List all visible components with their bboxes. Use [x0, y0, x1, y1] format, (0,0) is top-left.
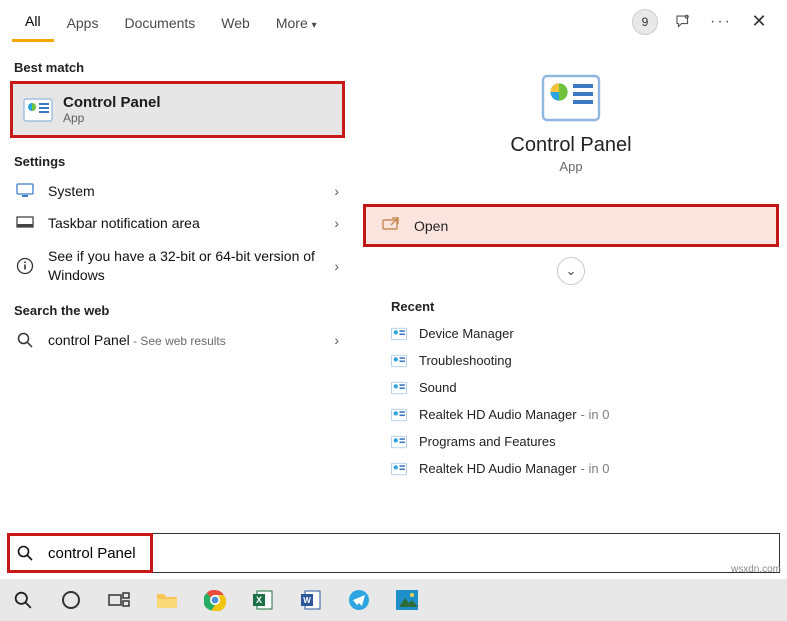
recent-label: Programs and Features: [419, 434, 556, 449]
recent-header: Recent: [363, 291, 779, 320]
cp-item-icon: [391, 327, 407, 341]
best-match-result[interactable]: Control Panel App: [10, 81, 345, 138]
taskbar-icon: [14, 216, 36, 230]
search-input[interactable]: [42, 541, 779, 566]
open-label: Open: [414, 218, 448, 234]
cp-item-icon: [391, 354, 407, 368]
cp-item-icon: [391, 462, 407, 476]
info-icon: [14, 257, 36, 275]
recent-label: Troubleshooting: [419, 353, 512, 368]
results-panel: Best match Control Panel App Settings Sy…: [0, 44, 355, 534]
top-tab-bar: All Apps Documents Web More ▾ 9 ··· ✕: [0, 0, 787, 44]
recent-item[interactable]: Realtek HD Audio Manager - in 0: [363, 455, 779, 482]
result-title: See if you have a 32-bit or 64-bit versi…: [48, 247, 334, 285]
detail-title: Control Panel: [363, 134, 779, 157]
recent-item[interactable]: Troubleshooting: [363, 347, 779, 374]
taskbar-file-explorer-icon[interactable]: [154, 587, 180, 613]
section-settings: Settings: [0, 144, 355, 175]
recent-item[interactable]: Realtek HD Audio Manager - in 0: [363, 401, 779, 428]
settings-item-taskbar[interactable]: Taskbar notification area ›: [0, 207, 355, 239]
svg-text:W: W: [303, 596, 311, 605]
settings-item-system[interactable]: System ›: [0, 175, 355, 207]
taskbar: X W: [0, 579, 787, 621]
cp-item-icon: [391, 381, 407, 395]
recent-tail: - in 0: [581, 407, 610, 422]
svg-text:X: X: [256, 595, 262, 605]
web-result[interactable]: control Panel - See web results ›: [0, 324, 355, 356]
close-icon[interactable]: ✕: [743, 6, 775, 38]
taskbar-word-icon[interactable]: W: [298, 587, 324, 613]
feedback-icon[interactable]: [667, 6, 699, 38]
chevron-right-icon: ›: [334, 183, 341, 199]
recent-tail: - in 0: [581, 461, 610, 476]
monitor-icon: [14, 183, 36, 199]
search-icon: [14, 332, 36, 348]
detail-panel: Control Panel App Open ⌄ Recent Device M…: [355, 44, 787, 534]
tab-web[interactable]: Web: [208, 3, 263, 41]
taskbar-chrome-icon[interactable]: [202, 587, 228, 613]
more-options-icon[interactable]: ···: [705, 6, 737, 38]
section-search-web: Search the web: [0, 293, 355, 324]
recent-item[interactable]: Device Manager: [363, 320, 779, 347]
tab-apps[interactable]: Apps: [54, 3, 112, 41]
open-icon: [382, 217, 404, 234]
taskbar-excel-icon[interactable]: X: [250, 587, 276, 613]
control-panel-icon: [23, 97, 53, 123]
watermark: wsxdn.com: [731, 564, 781, 575]
taskbar-taskview-icon[interactable]: [106, 587, 132, 613]
best-match-subtitle: App: [63, 111, 161, 125]
taskbar-search-icon[interactable]: [10, 587, 36, 613]
cp-item-icon: [391, 435, 407, 449]
detail-subtitle: App: [363, 159, 779, 174]
chevron-down-icon: ⌄: [566, 263, 577, 279]
caret-down-icon: ▾: [312, 20, 317, 31]
chevron-right-icon: ›: [334, 215, 341, 231]
recent-label: Sound: [419, 380, 457, 395]
web-tail: - See web results: [130, 334, 226, 348]
open-action[interactable]: Open: [363, 204, 779, 247]
recent-label: Device Manager: [419, 326, 514, 341]
section-best-match: Best match: [0, 50, 355, 81]
recent-label: Realtek HD Audio Manager: [419, 407, 577, 422]
tab-more[interactable]: More ▾: [263, 3, 330, 41]
cp-item-icon: [391, 408, 407, 422]
result-title: System: [48, 183, 334, 199]
recent-item[interactable]: Programs and Features: [363, 428, 779, 455]
result-title: Taskbar notification area: [48, 215, 334, 231]
control-panel-large-icon: [536, 70, 606, 126]
recent-label: Realtek HD Audio Manager: [419, 461, 577, 476]
taskbar-photos-icon[interactable]: [394, 587, 420, 613]
web-query: control Panel: [48, 332, 130, 348]
tab-more-label: More: [276, 15, 308, 31]
search-bar[interactable]: [7, 533, 780, 573]
taskbar-cortana-icon[interactable]: [58, 587, 84, 613]
search-icon: [8, 545, 42, 561]
notification-badge[interactable]: 9: [629, 6, 661, 38]
tab-documents[interactable]: Documents: [111, 3, 208, 41]
chevron-right-icon: ›: [334, 332, 341, 348]
chevron-right-icon: ›: [334, 258, 341, 274]
tab-all[interactable]: All: [12, 1, 54, 42]
settings-item-bitness[interactable]: See if you have a 32-bit or 64-bit versi…: [0, 239, 355, 293]
expand-toggle[interactable]: ⌄: [557, 257, 585, 285]
badge-count: 9: [632, 9, 658, 35]
recent-item[interactable]: Sound: [363, 374, 779, 401]
best-match-title: Control Panel: [63, 94, 161, 111]
taskbar-telegram-icon[interactable]: [346, 587, 372, 613]
